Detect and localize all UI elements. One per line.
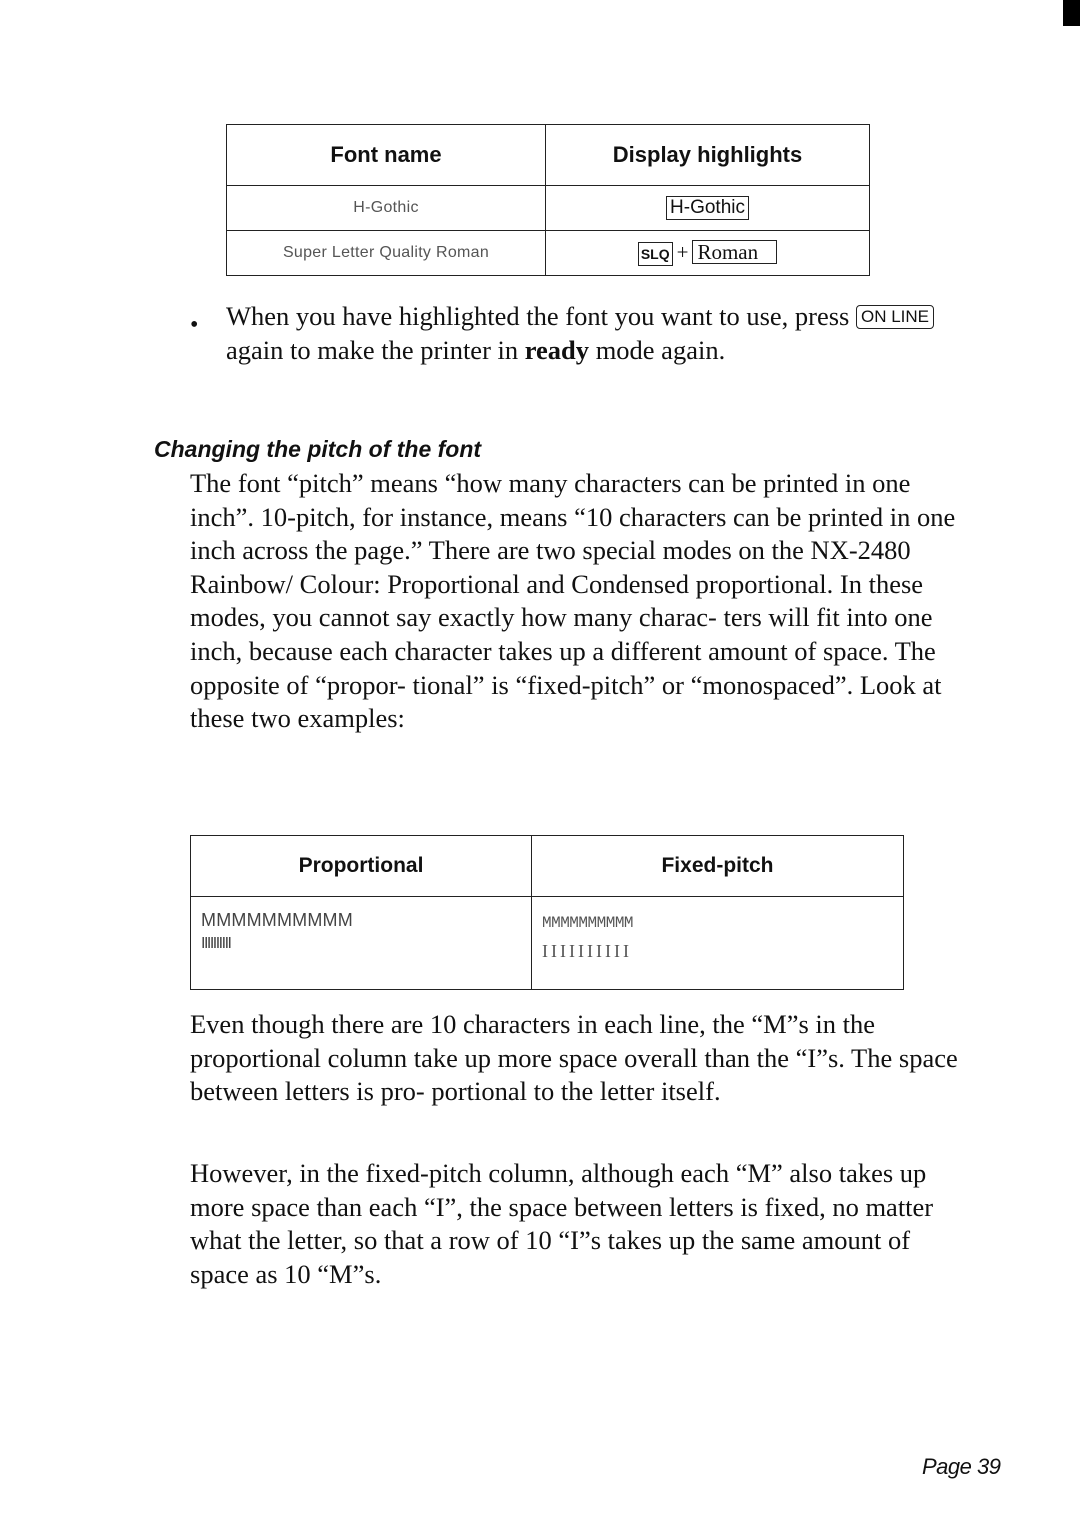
bullet-paragraph: When you have highlighted the font you w… (226, 300, 971, 367)
proportional-m-line: MMMMMMMMMM (201, 910, 353, 930)
bullet-text-2: again to make the printer in (226, 334, 525, 365)
header-font-name: Font name (226, 124, 546, 186)
font-display-table: Font name Display highlights H-Gothic H-… (226, 124, 870, 276)
bullet-text-1: When you have highlighted the font you w… (226, 301, 856, 331)
font-name: Super Letter Quality Roman (282, 244, 490, 261)
pitch-example-table: Proportional Fixed-pitch MMMMMMMMMM IIII… (190, 835, 904, 990)
paragraph-fixed-explanation: However, in the fixed-pitch column, alth… (190, 1158, 934, 1289)
proportional-i-line: IIIIIIIIII (201, 935, 232, 952)
bullet-text-3: mode again. (589, 334, 726, 365)
paragraph-proportional-explanation: Even though there are 10 characters in e… (190, 1009, 958, 1107)
font-name-cell: Super Letter Quality Roman (226, 230, 546, 276)
fixed-m-line: MMMMMMMMMM (542, 914, 634, 932)
display-key-slq: SLQ (637, 242, 673, 266)
page-number: Page 39 (922, 1454, 1001, 1479)
font-name-cell: H-Gothic (226, 185, 546, 231)
header-proportional: Proportional (190, 835, 532, 897)
proportional-cell: MMMMMMMMMM IIIIIIIIII (190, 896, 532, 990)
section-heading: Changing the pitch of the font (154, 436, 482, 462)
bullet-bold-ready: ready (524, 334, 590, 365)
table-row: Super Letter Quality Roman SLQ + Roman (226, 230, 870, 276)
header-display-highlights: Display highlights (545, 124, 870, 186)
display-key-hgothic: H-Gothic (666, 196, 749, 220)
plus-sign: + (676, 240, 689, 264)
scan-corner-mark (1063, 0, 1080, 26)
fixed-cell: MMMMMMMMMM IIIIIIIIII (531, 896, 904, 990)
on-line-key: ON LINE (855, 305, 935, 329)
display-key-roman: Roman (692, 240, 778, 264)
table-row: H-Gothic H-Gothic (226, 185, 870, 231)
table-row: MMMMMMMMMM IIIIIIIIII MMMMMMMMMM IIIIIII… (190, 896, 904, 990)
header-fixed-pitch: Fixed-pitch (531, 835, 904, 897)
table-header-row: Proportional Fixed-pitch (190, 835, 904, 897)
display-cell: H-Gothic (545, 185, 870, 231)
fixed-i-line: IIIIIIIIII (542, 941, 632, 961)
table-header-row: Font name Display highlights (226, 124, 870, 186)
display-cell: SLQ + Roman (545, 230, 870, 276)
font-name: H-Gothic (353, 199, 419, 216)
bullet-icon: • (190, 312, 199, 338)
paragraph-pitch-intro: The font “pitch” means “how many charact… (190, 468, 956, 734)
